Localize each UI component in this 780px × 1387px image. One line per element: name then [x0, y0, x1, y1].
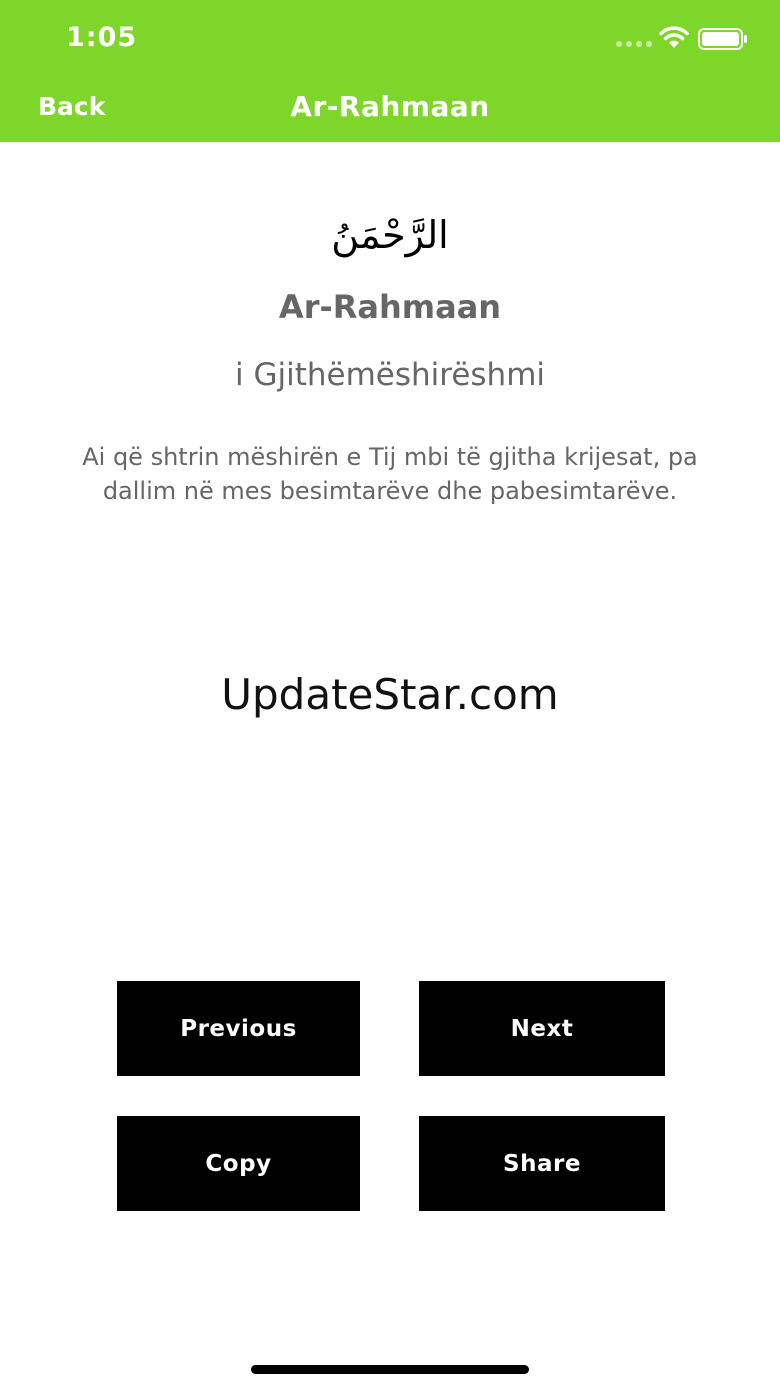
previous-button[interactable]: Previous	[117, 981, 360, 1076]
cellular-signal-icon	[616, 41, 652, 47]
arabic-name: الرَّحْمَنُ	[331, 213, 449, 257]
navigation-bar: Back Ar-Rahmaan	[0, 80, 780, 142]
wifi-icon	[659, 26, 689, 48]
home-indicator[interactable]	[251, 1365, 529, 1374]
screen: 1:05 Back Ar-Rahmaan الرَّحْمَنُ Ar-Rahm…	[0, 0, 780, 1387]
description-line-2: dallim në mes besimtarëve dhe pabesimtar…	[102, 477, 678, 505]
next-button[interactable]: Next	[419, 981, 665, 1076]
copy-button[interactable]: Copy	[117, 1116, 360, 1211]
status-time: 1:05	[66, 22, 138, 53]
transliteration: Ar-Rahmaan	[278, 288, 502, 326]
watermark: UpdateStar.com	[221, 670, 559, 719]
back-button[interactable]: Back	[38, 92, 105, 121]
translation: i Gjithëmëshirëshmi	[234, 357, 545, 393]
description: Ai që shtrin mëshirën e Tij mbi të gjith…	[30, 440, 750, 508]
share-button[interactable]: Share	[419, 1116, 665, 1211]
description-line-1: Ai që shtrin mëshirën e Tij mbi të gjith…	[82, 443, 698, 471]
battery-icon	[698, 28, 747, 50]
status-bar: 1:05	[0, 0, 780, 80]
nav-title: Ar-Rahmaan	[290, 90, 490, 123]
